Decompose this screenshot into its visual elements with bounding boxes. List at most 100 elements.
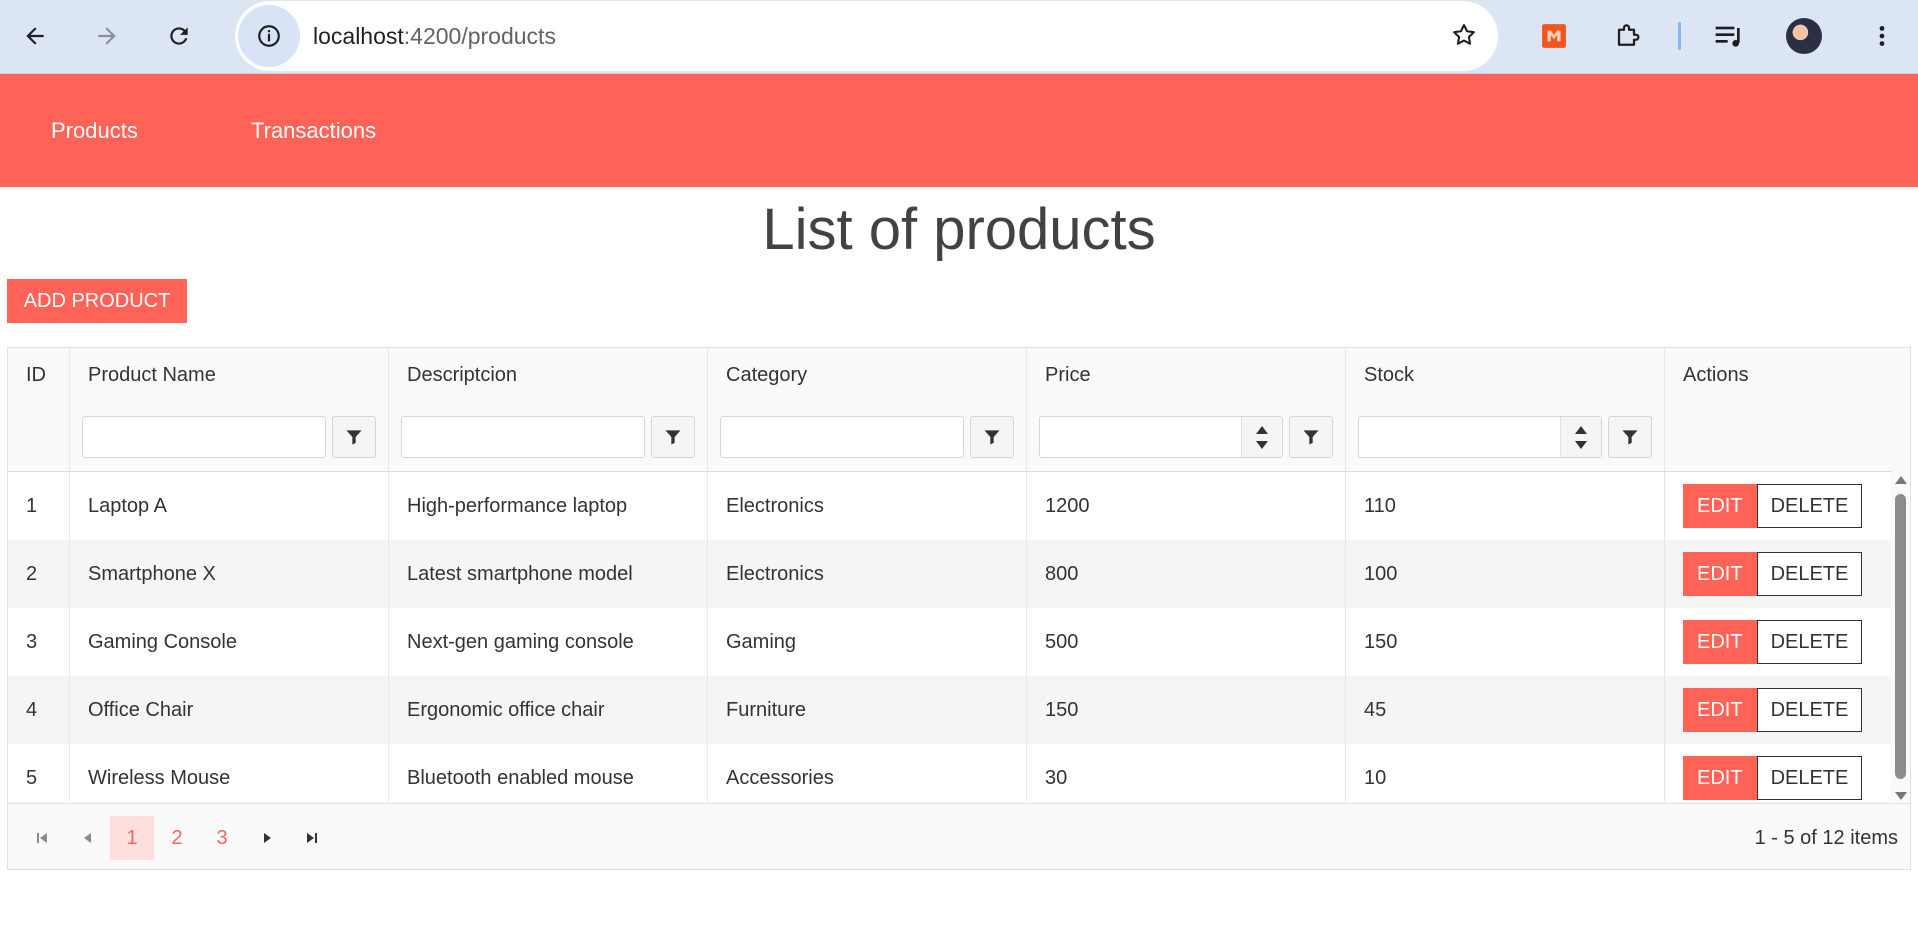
filter-button-description[interactable]: [651, 416, 695, 458]
filter-cell-description: [388, 403, 707, 471]
spin-up-icon[interactable]: [1255, 425, 1269, 435]
header-stock[interactable]: Stock: [1345, 348, 1664, 403]
cell-price: 30: [1026, 744, 1345, 802]
next-page-button[interactable]: [245, 816, 289, 860]
app-navbar: Products Transactions: [0, 74, 1918, 187]
products-grid: ID Product Name Descriptcion Category Pr…: [7, 347, 1911, 870]
spin-up-icon[interactable]: [1574, 425, 1588, 435]
filter-input-category[interactable]: [720, 416, 964, 458]
cell-category: Electronics: [707, 472, 1026, 540]
first-page-icon: [37, 833, 47, 843]
nav-link-transactions[interactable]: Transactions: [251, 118, 376, 144]
cell-id: 4: [26, 698, 38, 721]
filter-input-description[interactable]: [401, 416, 645, 458]
edit-button[interactable]: EDIT: [1683, 756, 1757, 800]
address-bar[interactable]: localhost:4200/products: [235, 1, 1498, 71]
forward-arrow-icon: [98, 27, 116, 45]
delete-button[interactable]: DELETE: [1756, 688, 1863, 732]
delete-button[interactable]: DELETE: [1756, 552, 1863, 596]
table-row[interactable]: 1 Laptop A High-performance laptop Elect…: [8, 472, 1892, 540]
header-id[interactable]: ID: [8, 348, 69, 403]
spin-down-icon[interactable]: [1574, 440, 1588, 450]
cell-name: Laptop A: [69, 472, 388, 540]
prev-page-button[interactable]: [66, 816, 110, 860]
profile-avatar[interactable]: [1786, 18, 1822, 54]
scroll-down-arrow[interactable]: [1895, 792, 1907, 800]
extension-button[interactable]: [1534, 16, 1574, 56]
extensions-menu-button[interactable]: [1609, 16, 1649, 56]
filter-cell-actions: [1664, 403, 1892, 471]
puzzle-icon: [1617, 24, 1640, 46]
filter-icon: [665, 430, 681, 445]
forward-button[interactable]: [87, 16, 127, 56]
filter-cell-category: [707, 403, 1026, 471]
edit-button[interactable]: EDIT: [1683, 552, 1757, 596]
filter-cell-id: [8, 403, 69, 471]
filter-icon: [1622, 430, 1638, 445]
page-button-1[interactable]: 1: [110, 816, 154, 860]
back-button[interactable]: [15, 16, 55, 56]
filter-button-category[interactable]: [970, 416, 1014, 458]
nav-link-products[interactable]: Products: [51, 118, 138, 144]
bookmark-button[interactable]: [1450, 21, 1478, 54]
delete-button[interactable]: DELETE: [1756, 756, 1863, 800]
cell-category: Electronics: [707, 540, 1026, 608]
page-title: List of products: [762, 197, 1156, 262]
filter-cell-name: [69, 403, 388, 471]
header-price[interactable]: Price: [1026, 348, 1345, 403]
media-queue-icon: [1715, 26, 1740, 47]
edit-button[interactable]: EDIT: [1683, 620, 1757, 664]
cell-category: Furniture: [707, 676, 1026, 744]
delete-button[interactable]: DELETE: [1756, 484, 1863, 528]
browser-menu-button[interactable]: [1862, 16, 1902, 56]
reload-button[interactable]: [159, 16, 199, 56]
last-page-button[interactable]: [290, 816, 334, 860]
header-actions: Actions: [1664, 348, 1892, 403]
delete-button[interactable]: DELETE: [1756, 620, 1863, 664]
cell-price: 800: [1026, 540, 1345, 608]
edit-button[interactable]: EDIT: [1683, 484, 1757, 528]
scrollbar-thumb[interactable]: [1895, 494, 1906, 779]
header-product-name[interactable]: Product Name: [69, 348, 388, 403]
edit-button[interactable]: EDIT: [1683, 688, 1757, 732]
filter-icon: [1303, 430, 1319, 445]
spin-buttons[interactable]: [1241, 417, 1282, 457]
filter-icon: [346, 430, 362, 445]
filter-input-name[interactable]: [82, 416, 326, 458]
media-queue-button[interactable]: [1709, 16, 1749, 56]
table-row[interactable]: 5 Wireless Mouse Bluetooth enabled mouse…: [8, 744, 1892, 802]
site-info-button[interactable]: [238, 5, 300, 67]
filter-button-name[interactable]: [332, 416, 376, 458]
table-row[interactable]: 3 Gaming Console Next-gen gaming console…: [8, 608, 1892, 676]
filter-icon: [984, 430, 1000, 445]
reload-icon: [170, 27, 188, 45]
filter-numeric-stock[interactable]: [1358, 416, 1602, 458]
spin-buttons[interactable]: [1560, 417, 1601, 457]
browser-toolbar: localhost:4200/products: [0, 0, 1918, 74]
filter-button-price[interactable]: [1289, 416, 1333, 458]
pager-info: 1 - 5 of 12 items: [1754, 827, 1898, 849]
cell-actions: EDIT DELETE: [1664, 744, 1892, 802]
page-button-2[interactable]: 2: [155, 816, 199, 860]
add-product-button[interactable]: ADD PRODUCT: [7, 279, 187, 323]
scroll-up-arrow[interactable]: [1895, 476, 1907, 484]
grid-rows: 1 Laptop A High-performance laptop Elect…: [8, 472, 1892, 802]
page-button-3[interactable]: 3: [200, 816, 244, 860]
filter-numeric-price[interactable]: [1039, 416, 1283, 458]
table-row[interactable]: 4 Office Chair Ergonomic office chair Fu…: [8, 676, 1892, 744]
cell-actions: EDIT DELETE: [1664, 472, 1892, 540]
cell-stock: 150: [1345, 608, 1664, 676]
filter-button-stock[interactable]: [1608, 416, 1652, 458]
toolbar-separator: [1678, 22, 1681, 50]
cell-price: 500: [1026, 608, 1345, 676]
vertical-scrollbar[interactable]: [1891, 472, 1910, 802]
grid-pager: 1 2 3 1 - 5 of 12 items: [8, 803, 1910, 869]
first-page-button[interactable]: [20, 816, 64, 860]
cell-name: Smartphone X: [69, 540, 388, 608]
cell-price: 1200: [1026, 472, 1345, 540]
cell-category: Accessories: [707, 744, 1026, 802]
header-description[interactable]: Descriptcion: [388, 348, 707, 403]
header-category[interactable]: Category: [707, 348, 1026, 403]
table-row[interactable]: 2 Smartphone X Latest smartphone model E…: [8, 540, 1892, 608]
spin-down-icon[interactable]: [1255, 440, 1269, 450]
